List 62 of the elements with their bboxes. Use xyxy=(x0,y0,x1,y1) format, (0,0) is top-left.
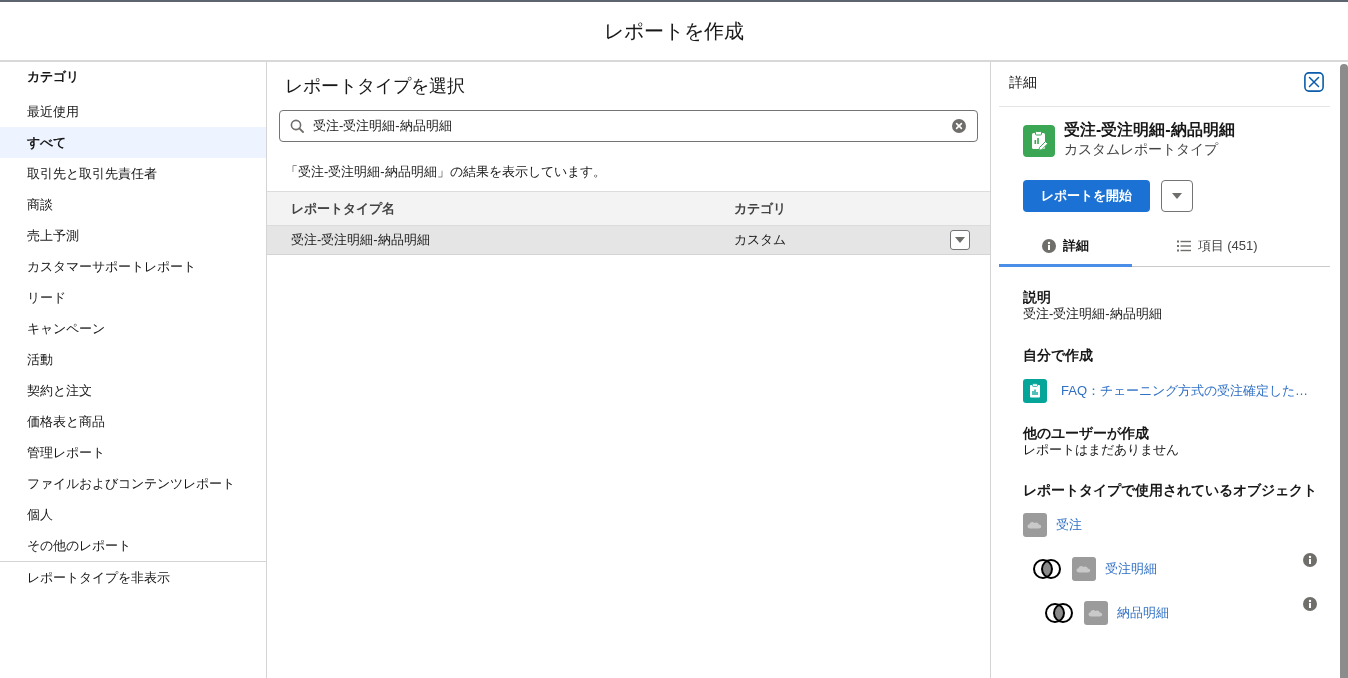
table-cell: カスタム xyxy=(734,232,786,247)
category-item[interactable]: 取引先と取引先責任者 xyxy=(0,158,266,189)
info-icon xyxy=(1303,597,1317,611)
info-icon xyxy=(1042,238,1056,253)
column-header[interactable]: カテゴリ xyxy=(734,199,790,218)
object-link[interactable]: 納品明細 xyxy=(1117,604,1169,622)
category-item[interactable]: 管理レポート xyxy=(0,437,266,468)
object-link[interactable]: 受注明細 xyxy=(1105,560,1157,578)
section-text: 受注-受注明細-納品明細 xyxy=(1023,306,1163,322)
more-actions-button[interactable] xyxy=(1161,180,1193,212)
start-report-button[interactable]: レポートを開始 xyxy=(1023,180,1150,212)
venn-icon xyxy=(1032,558,1062,580)
report-link[interactable]: FAQ：チェーニング方式の受注確定した… xyxy=(1061,382,1308,400)
section-label: レポートタイプで使用されているオブジェクト xyxy=(1023,481,1318,499)
category-item[interactable]: 価格表と商品 xyxy=(0,406,266,437)
list-icon xyxy=(1176,239,1191,252)
panel-title: レポートタイプを選択 xyxy=(285,75,466,98)
close-icon xyxy=(1304,72,1324,92)
object-link[interactable]: 受注 xyxy=(1056,516,1082,534)
tab[interactable]: 項目 (451) xyxy=(1132,227,1302,267)
section-label: 他のユーザーが作成 xyxy=(1023,424,1150,442)
report-type-label: カスタムレポートタイプ xyxy=(1064,140,1220,159)
tab[interactable]: 詳細 xyxy=(999,227,1132,267)
category-item[interactable]: すべて xyxy=(0,127,266,158)
category-item[interactable]: 商談 xyxy=(0,189,266,220)
clipboard-pencil-icon xyxy=(1023,125,1055,157)
caret-icon xyxy=(955,237,965,243)
table-cell: 受注-受注明細-納品明細 xyxy=(291,232,430,247)
hide-report-types-link[interactable]: レポートタイプを非表示 xyxy=(0,562,266,593)
category-item[interactable]: 最近使用 xyxy=(0,96,266,127)
close-button[interactable] xyxy=(1304,72,1324,92)
report-type-name: 受注-受注明細-納品明細 xyxy=(1064,121,1235,139)
category-item[interactable]: その他のレポート xyxy=(0,530,266,561)
category-item[interactable]: リード xyxy=(0,282,266,313)
category-item[interactable]: 売上予測 xyxy=(0,220,266,251)
column-header[interactable]: レポートタイプ名 xyxy=(267,199,399,218)
results-message: 「受注-受注明細-納品明細」の結果を表示しています。 xyxy=(285,164,607,180)
section-text: レポートはまだありません xyxy=(1023,442,1180,458)
venn-icon xyxy=(1044,602,1074,624)
caret-icon xyxy=(1172,193,1182,199)
search-field[interactable]: 受注-受注明細-納品明細 xyxy=(279,110,978,142)
search-icon xyxy=(290,119,304,133)
panel-heading: 詳細 xyxy=(1009,73,1037,92)
cloud-icon xyxy=(1072,557,1096,581)
section-label: 自分で作成 xyxy=(1023,346,1094,364)
scrollbar[interactable] xyxy=(1340,64,1348,678)
row-menu-button[interactable] xyxy=(950,230,970,250)
category-heading: カテゴリ xyxy=(26,68,80,86)
category-item[interactable]: 契約と注文 xyxy=(0,375,266,406)
table-row[interactable]: 受注-受注明細-納品明細 カスタム xyxy=(267,226,990,255)
category-item[interactable]: カスタマーサポートレポート xyxy=(0,251,266,282)
cloud-icon xyxy=(1023,513,1047,537)
window-title: レポートを作成 xyxy=(604,19,744,44)
category-item[interactable]: 活動 xyxy=(0,344,266,375)
category-item[interactable]: 個人 xyxy=(0,499,266,530)
cloud-icon xyxy=(1084,601,1108,625)
clipboard-chart-icon xyxy=(1023,379,1047,403)
section-label: 説明 xyxy=(1023,288,1052,306)
category-item[interactable]: キャンペーン xyxy=(0,313,266,344)
category-item[interactable]: ファイルおよびコンテンツレポート xyxy=(0,468,266,499)
info-icon xyxy=(1303,553,1317,567)
clear-icon[interactable] xyxy=(952,119,966,133)
